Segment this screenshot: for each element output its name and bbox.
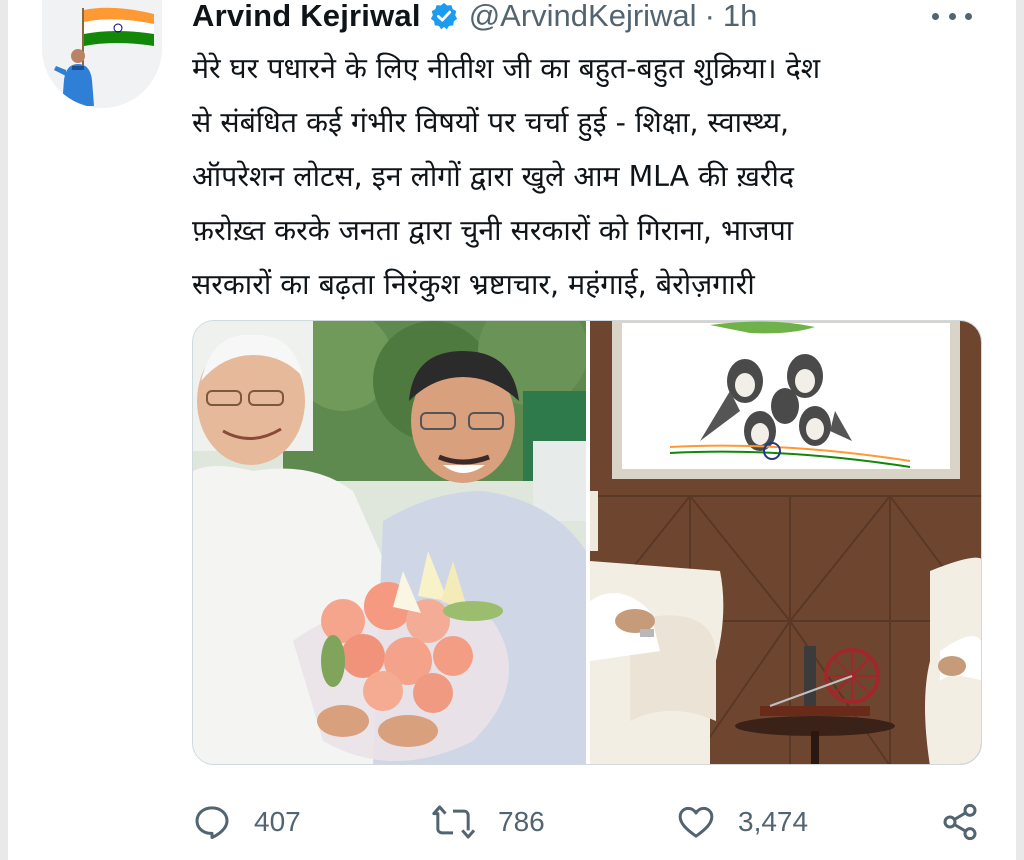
avatar-image	[42, 0, 162, 108]
author-handle[interactable]: @ArvindKejriwal	[469, 0, 697, 34]
more-options-icon[interactable]	[932, 6, 972, 26]
photo-bouquet-meeting[interactable]	[193, 321, 586, 764]
tweet-header: Arvind Kejriwal @ArvindKejriwal · 1h	[192, 0, 757, 38]
reply-button[interactable]: 407	[192, 800, 301, 844]
author-avatar[interactable]	[42, 0, 162, 108]
share-icon	[943, 803, 977, 841]
tweet-text-line: ऑपरेशन लोटस, इन लोगों द्वारा खुले आम MLA…	[192, 160, 795, 193]
reply-icon	[195, 806, 229, 839]
retweet-count: 786	[498, 806, 545, 837]
tweet-text: मेरे घर पधारने के लिए नीतीश जी का बहुत-ब…	[192, 42, 982, 312]
tweet-media	[192, 320, 982, 765]
tweet-text-line: से संबंधित कई गंभीर विषयों पर चर्चा हुई …	[192, 106, 790, 139]
share-button[interactable]	[940, 800, 980, 844]
tweet-card[interactable]: Arvind Kejriwal @ArvindKejriwal · 1h मेर…	[8, 0, 1016, 860]
like-count: 3,474	[738, 806, 809, 837]
tweet-actions: 407 786 3,474	[192, 800, 992, 844]
tweet-text-line: मेरे घर पधारने के लिए नीतीश जी का बहुत-ब…	[192, 52, 821, 85]
tweet-timestamp[interactable]: 1h	[723, 0, 757, 34]
reply-count: 407	[254, 806, 301, 837]
separator-dot: ·	[704, 0, 715, 33]
heart-icon	[678, 806, 714, 838]
verified-badge-icon	[429, 1, 459, 31]
author-name[interactable]: Arvind Kejriwal	[192, 0, 421, 34]
retweet-button[interactable]: 786	[430, 800, 545, 844]
tweet-text-line: फ़रोख़्त करके जनता द्वारा चुनी सरकारों क…	[192, 214, 794, 247]
retweet-icon	[432, 805, 476, 839]
like-button[interactable]: 3,474	[676, 800, 808, 844]
photo-meeting-room[interactable]	[590, 321, 981, 764]
tweet-text-line: सरकारों का बढ़ता निरंकुश भ्रष्टाचार, महं…	[192, 268, 755, 301]
